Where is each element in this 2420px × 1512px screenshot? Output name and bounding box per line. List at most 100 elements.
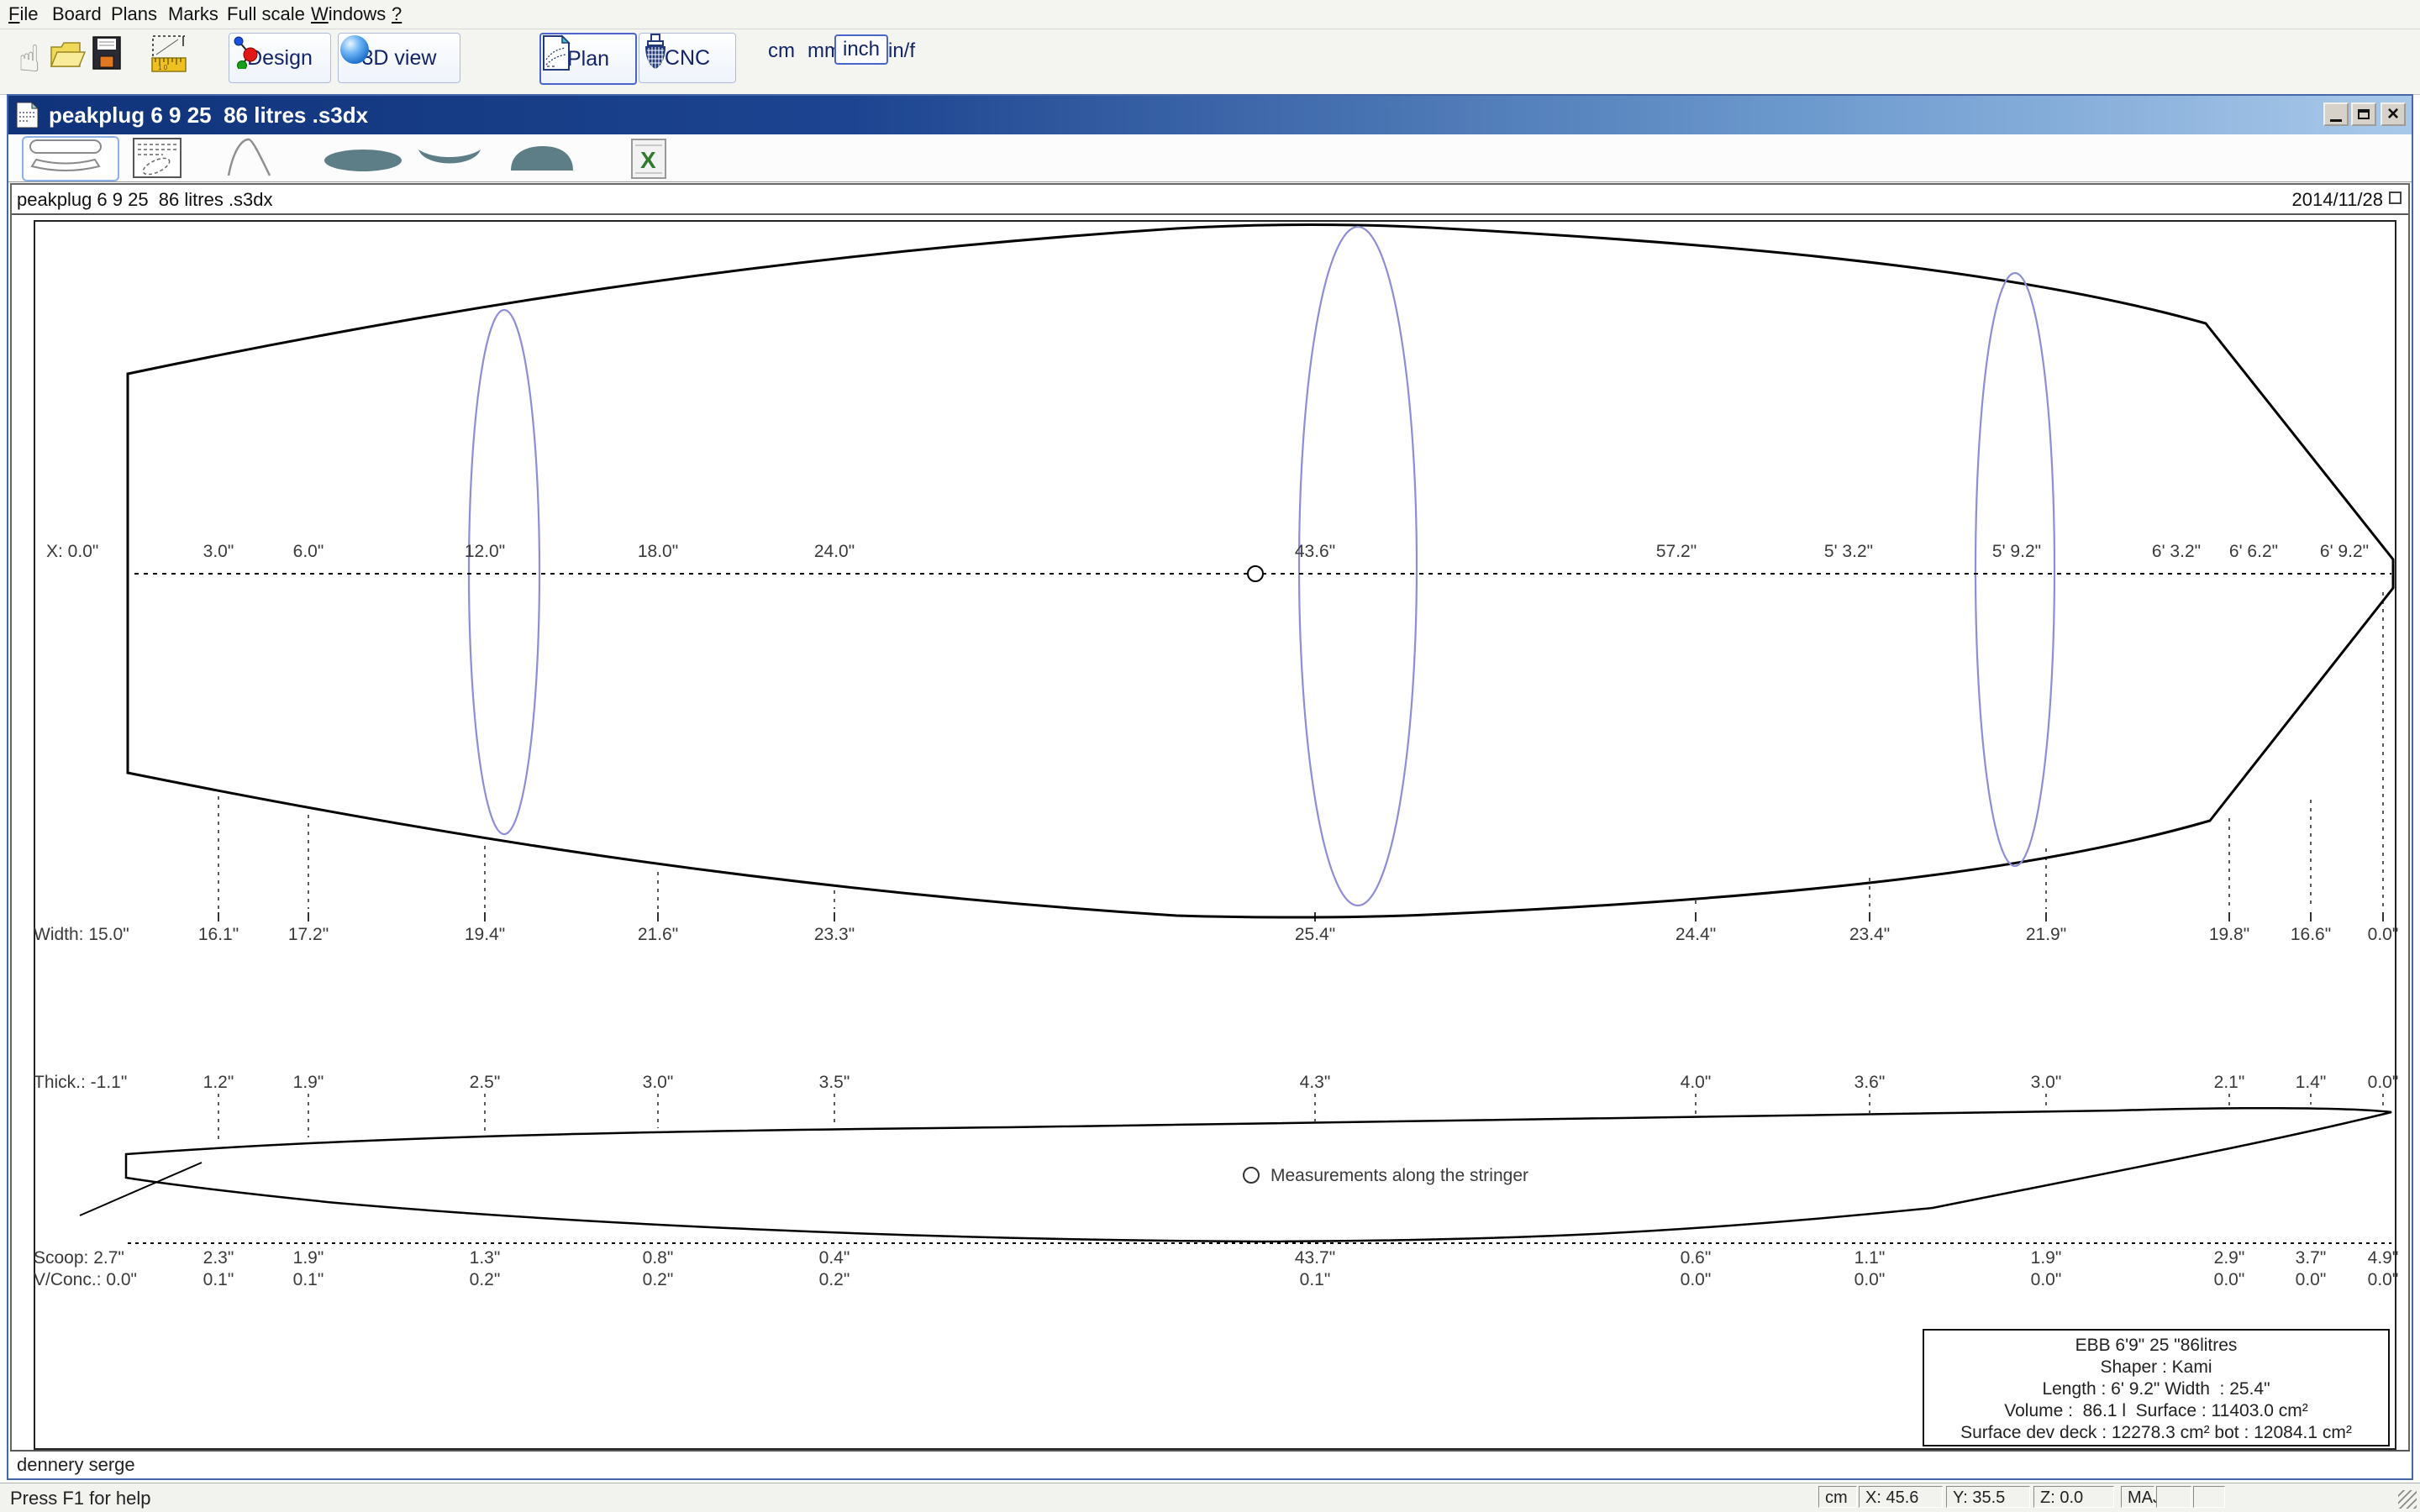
info-line: EBB 6'9" 25 "86litres bbox=[1924, 1335, 2388, 1357]
outline-view-button[interactable] bbox=[22, 136, 119, 181]
unit-cm[interactable]: cm bbox=[768, 39, 795, 63]
vconc-value: 0.1" bbox=[203, 1270, 234, 1290]
cnc-button[interactable]: CNC bbox=[639, 33, 736, 83]
rocker-curve-icon bbox=[225, 138, 272, 176]
dome-shape-button[interactable] bbox=[508, 144, 578, 173]
vconc-value: 0.0" bbox=[2296, 1270, 2327, 1290]
thick-row-prefix: Thick.: -1.1" bbox=[34, 1073, 127, 1093]
status-cell-3: Z: 0.0 bbox=[2033, 1486, 2114, 1508]
width-value: 25.4" bbox=[1295, 925, 1335, 945]
application-window: File Board Plans Marks Full scale Windows? ☝ bbox=[0, 0, 2420, 1512]
design-button[interactable]: Design bbox=[229, 33, 331, 83]
date-checkbox[interactable] bbox=[2389, 192, 2402, 204]
thick-value: 0.0" bbox=[2368, 1073, 2399, 1093]
vconc-value: 0.0" bbox=[1854, 1270, 1886, 1290]
info-line: Shaper : Kami bbox=[1924, 1357, 2388, 1378]
menu-item-marks[interactable]: Marks bbox=[168, 3, 218, 25]
spec-sheet-button[interactable] bbox=[133, 138, 187, 180]
info-line: Volume : 86.1 l Surface : 11403.0 cm² bbox=[1924, 1400, 2388, 1422]
stringer-note: Measurements along the stringer bbox=[1270, 1166, 1528, 1186]
rocker-curve-button[interactable] bbox=[225, 138, 286, 178]
scoop-value: 2.9" bbox=[2214, 1248, 2245, 1268]
save-floppy-icon[interactable] bbox=[92, 36, 126, 81]
menu-item-file[interactable]: File bbox=[8, 3, 38, 25]
cnc-button-label: CNC bbox=[665, 46, 710, 71]
width-value: 17.2" bbox=[288, 925, 329, 945]
status-cell-1: X: 45.6 bbox=[1859, 1486, 1943, 1508]
scoop-value: 1.9" bbox=[293, 1248, 324, 1268]
design-button-label: Design bbox=[247, 46, 313, 71]
status-cell-4: MAJ bbox=[2121, 1486, 2154, 1508]
scoop-row-prefix: Scoop: 2.7" bbox=[34, 1248, 124, 1268]
scoop-value: 1.1" bbox=[1854, 1248, 1886, 1268]
document-icon bbox=[15, 101, 40, 129]
3d-view-button[interactable]: 3D view bbox=[338, 33, 460, 83]
x-value: 6' 6.2" bbox=[2229, 542, 2278, 562]
slice-shape-icon bbox=[417, 148, 482, 170]
x-value: 6.0" bbox=[293, 542, 324, 562]
thick-value: 3.5" bbox=[819, 1073, 850, 1093]
maximize-button[interactable] bbox=[2351, 102, 2376, 126]
scoop-value: 0.8" bbox=[643, 1248, 674, 1268]
x-value: 57.2" bbox=[1656, 542, 1697, 562]
menu-item-board[interactable]: Board bbox=[52, 3, 102, 25]
x-value: 43.6" bbox=[1295, 542, 1335, 562]
resize-grip-icon[interactable] bbox=[2398, 1490, 2417, 1509]
author-name: dennery serge bbox=[17, 1454, 135, 1476]
status-help-text: Press F1 for help bbox=[10, 1488, 151, 1509]
vconc-value: 0.0" bbox=[2031, 1270, 2062, 1290]
ruler-icon[interactable]: 1 0 bbox=[150, 34, 190, 83]
scoop-value: 43.7" bbox=[1295, 1248, 1335, 1268]
thick-value: 4.0" bbox=[1681, 1073, 1712, 1093]
outline-view-icon bbox=[24, 138, 108, 175]
x-value: 5' 9.2" bbox=[1992, 542, 2041, 562]
main-toolbar: ☝ 1 0 bbox=[0, 29, 2420, 95]
thick-value: 3.6" bbox=[1854, 1073, 1886, 1093]
maximize-icon bbox=[2358, 109, 2370, 119]
x-value: 3.0" bbox=[203, 542, 234, 562]
menu-item-fullscale[interactable]: Full scale bbox=[227, 3, 305, 25]
scoop-value: 1.3" bbox=[470, 1248, 501, 1268]
unit-in-f[interactable]: in/f bbox=[888, 39, 915, 63]
svg-text:X: X bbox=[640, 147, 656, 173]
plan-shape-button[interactable] bbox=[323, 148, 405, 173]
vconc-row-prefix: V/Conc.: 0.0" bbox=[34, 1270, 137, 1290]
plan-button[interactable]: Plan bbox=[539, 33, 637, 85]
svg-text:1 0: 1 0 bbox=[158, 64, 168, 71]
vconc-value: 0.0" bbox=[1681, 1270, 1712, 1290]
x-value: 5' 3.2" bbox=[1824, 542, 1873, 562]
menu-item-windows[interactable]: Windows bbox=[311, 3, 386, 25]
menu-item-plans[interactable]: Plans bbox=[111, 3, 157, 25]
menu-item-?[interactable]: ? bbox=[392, 3, 402, 25]
window-title-bar[interactable]: peakplug 6 9 25 86 litres .s3dx bbox=[8, 96, 2412, 134]
info-line: Surface dev deck : 12278.3 cm² bot : 120… bbox=[1924, 1422, 2388, 1444]
x-value: 6' 3.2" bbox=[2152, 542, 2201, 562]
x-value: 18.0" bbox=[638, 542, 678, 562]
vconc-value: 0.2" bbox=[470, 1270, 501, 1290]
scoop-value: 0.6" bbox=[1681, 1248, 1712, 1268]
slice-shape-button[interactable] bbox=[417, 148, 484, 171]
document-header: peakplug 6 9 25 86 litres .s3dx 2014/11/… bbox=[12, 185, 2408, 215]
thick-value: 3.0" bbox=[2031, 1073, 2062, 1093]
thick-value: 2.1" bbox=[2214, 1073, 2245, 1093]
unit-inch[interactable]: inch bbox=[834, 34, 888, 65]
open-folder-icon[interactable] bbox=[49, 36, 89, 81]
vconc-value: 0.1" bbox=[293, 1270, 324, 1290]
view-toolbar: X bbox=[8, 134, 2412, 182]
scoop-value: 3.7" bbox=[2296, 1248, 2327, 1268]
board-info-box: EBB 6'9" 25 "86litresShaper : KamiLength… bbox=[1923, 1329, 2390, 1446]
minimize-button[interactable] bbox=[2323, 102, 2349, 126]
x-row-prefix: X: 0.0" bbox=[46, 542, 98, 562]
width-value: 0.0" bbox=[2368, 925, 2399, 945]
document-name: peakplug 6 9 25 86 litres .s3dx bbox=[17, 189, 273, 211]
author-row: dennery serge bbox=[10, 1450, 2410, 1477]
plan-shape-icon bbox=[323, 148, 403, 173]
width-value: 23.3" bbox=[814, 925, 855, 945]
width-value: 21.6" bbox=[638, 925, 678, 945]
excel-export-button[interactable]: X bbox=[630, 138, 677, 181]
menu-bar: File Board Plans Marks Full scale Windows? bbox=[0, 0, 2420, 29]
close-button[interactable]: × bbox=[2381, 102, 2406, 126]
status-cell-6 bbox=[2193, 1486, 2225, 1508]
x-value: 12.0" bbox=[465, 542, 505, 562]
hand-pointer-icon[interactable]: ☝ bbox=[10, 33, 49, 85]
